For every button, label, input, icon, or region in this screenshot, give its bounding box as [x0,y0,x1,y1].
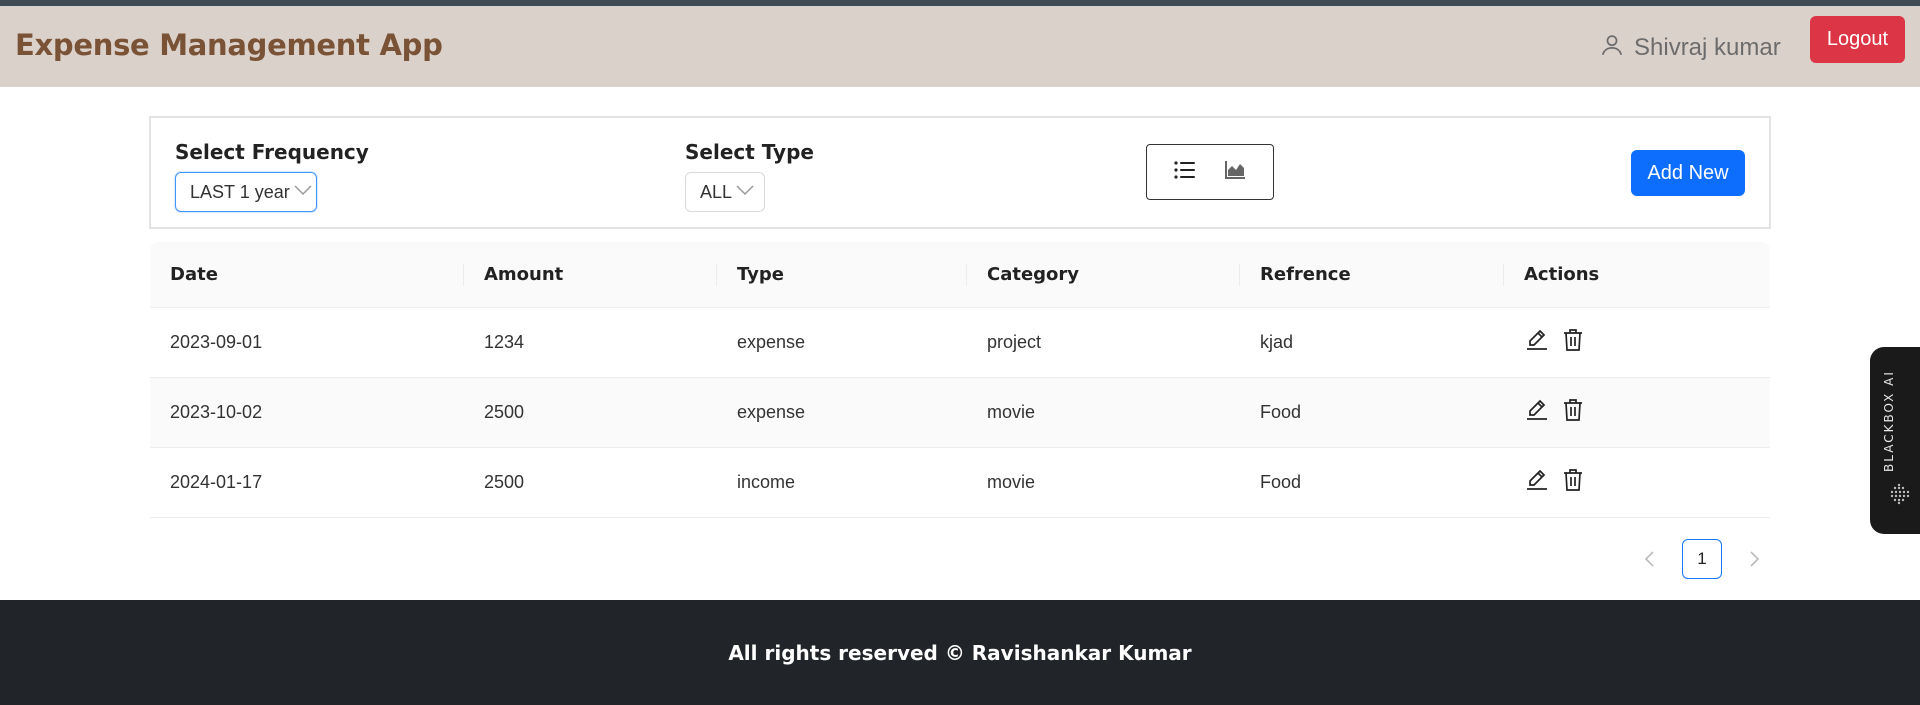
pagination: 1 [1636,539,1768,579]
row-actions [1504,397,1770,428]
row-actions [1504,327,1770,358]
list-icon[interactable] [1171,156,1199,189]
cell-category: project [987,332,1042,352]
app-title[interactable]: Expense Management App [15,28,443,62]
area-chart-icon[interactable] [1221,156,1249,189]
cell-amount: 2500 [484,402,525,422]
cell-date: 2024-01-17 [170,472,263,492]
frequency-value: LAST 1 year [190,181,290,202]
cell-date: 2023-09-01 [170,332,263,352]
chevron-down-icon [734,181,756,204]
edit-icon[interactable] [1524,397,1550,428]
dots-logo-icon [1887,482,1911,506]
navbar: Expense Management App Shivraj kumar Log… [0,6,1920,87]
frequency-select[interactable]: LAST 1 year [175,172,317,212]
user-info: Shivraj kumar [1599,28,1781,68]
table-row: 2023-10-02 2500 expense movie Food [150,378,1770,448]
column-header: Type [717,242,967,307]
blackbox-ai-widget[interactable]: BLACKBOX AI [1870,347,1920,534]
next-page-icon[interactable] [1740,545,1768,573]
type-value: ALL [700,181,733,202]
delete-icon[interactable] [1560,327,1586,358]
cell-type: expense [737,332,806,352]
cell-amount: 2500 [484,472,525,492]
table-row: 2024-01-17 2500 income movie Food [150,448,1770,518]
edit-icon[interactable] [1524,327,1550,358]
transactions-table: Date Amount Type Category Refrence Actio… [150,242,1770,518]
cell-reference: Food [1260,402,1302,422]
add-new-button[interactable]: Add New [1631,150,1745,196]
cell-category: movie [987,472,1036,492]
table-row: 2023-09-01 1234 expense project kjad [150,308,1770,378]
table-header: Date Amount Type Category Refrence Actio… [150,242,1770,308]
delete-icon[interactable] [1560,467,1586,498]
prev-page-icon[interactable] [1636,545,1664,573]
edit-icon[interactable] [1524,467,1550,498]
delete-icon[interactable] [1560,397,1586,428]
cell-date: 2023-10-02 [170,402,263,422]
user-icon [1599,32,1625,65]
filters-card: Select Frequency LAST 1 year Select Type… [149,116,1771,229]
cell-category: movie [987,402,1036,422]
logout-button[interactable]: Logout [1810,16,1905,63]
cell-type: income [737,472,796,492]
footer-text: All rights reserved © Ravishankar Kumar [728,640,1192,665]
type-label: Select Type [685,140,814,164]
row-actions [1504,467,1770,498]
type-select[interactable]: ALL [685,172,765,212]
column-header: Actions [1524,264,1600,285]
footer: All rights reserved © Ravishankar Kumar [0,600,1920,705]
column-header: Category [967,242,1240,307]
column-header: Amount [464,242,717,307]
frequency-label: Select Frequency [175,140,369,164]
column-header: Date [150,242,464,307]
cell-reference: Food [1260,472,1302,492]
column-header: Refrence [1240,242,1504,307]
cell-amount: 1234 [484,332,525,352]
view-toggle [1146,144,1274,200]
chevron-down-icon [292,181,314,204]
widget-label: BLACKBOX AI [1882,370,1896,472]
cell-reference: kjad [1260,332,1294,352]
user-name: Shivraj kumar [1634,34,1781,61]
page-number[interactable]: 1 [1682,539,1722,579]
cell-type: expense [737,402,806,422]
